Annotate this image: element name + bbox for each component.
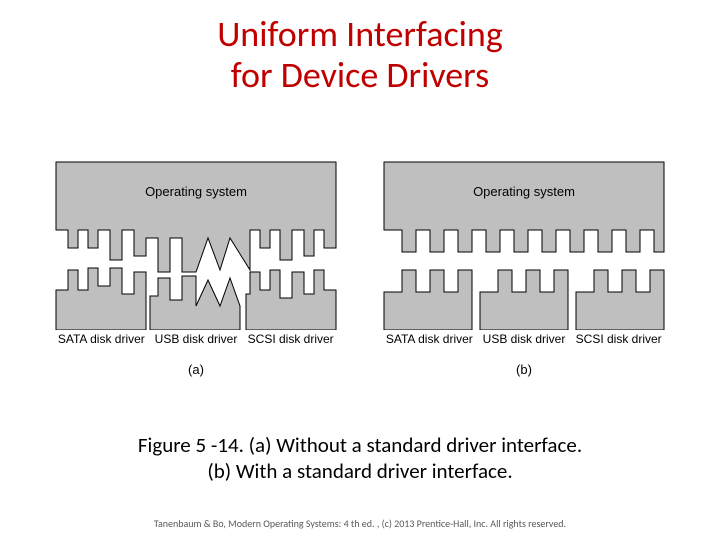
title-line2: for Device Drivers	[231, 53, 489, 97]
diagram-b: Operating system	[382, 160, 666, 330]
figure: Operating system SATA disk driver USB di…	[54, 160, 666, 377]
label-usb-a: USB disk driver	[149, 332, 244, 346]
diagram-a: Operating system	[54, 160, 338, 330]
panel-a: Operating system SATA disk driver USB di…	[54, 160, 338, 377]
label-sata-b: SATA disk driver	[382, 332, 477, 346]
panel-b: Operating system SATA disk driver USB di…	[382, 160, 666, 377]
label-scsi-b: SCSI disk driver	[571, 332, 666, 346]
page-title: Uniform Interfacing for Device Drivers	[0, 14, 720, 97]
os-label-a: Operating system	[145, 184, 247, 199]
caption-line1: Figure 5 -14. (a) Without a standard dri…	[138, 432, 582, 458]
panel-a-label: (a)	[54, 362, 338, 377]
figure-panels: Operating system SATA disk driver USB di…	[54, 160, 666, 377]
figure-caption: Figure 5 -14. (a) Without a standard dri…	[0, 432, 720, 485]
panel-b-label: (b)	[382, 362, 666, 377]
title-line1: Uniform Interfacing	[217, 12, 503, 56]
credit-line: Tanenbaum & Bo, Modern Operating Systems…	[0, 517, 720, 530]
os-label-b: Operating system	[473, 184, 575, 199]
label-scsi-a: SCSI disk driver	[243, 332, 338, 346]
label-usb-b: USB disk driver	[477, 332, 572, 346]
driver-labels-a: SATA disk driver USB disk driver SCSI di…	[54, 332, 338, 346]
driver-labels-b: SATA disk driver USB disk driver SCSI di…	[382, 332, 666, 346]
caption-line2: (b) With a standard driver interface.	[207, 458, 512, 484]
label-sata-a: SATA disk driver	[54, 332, 149, 346]
